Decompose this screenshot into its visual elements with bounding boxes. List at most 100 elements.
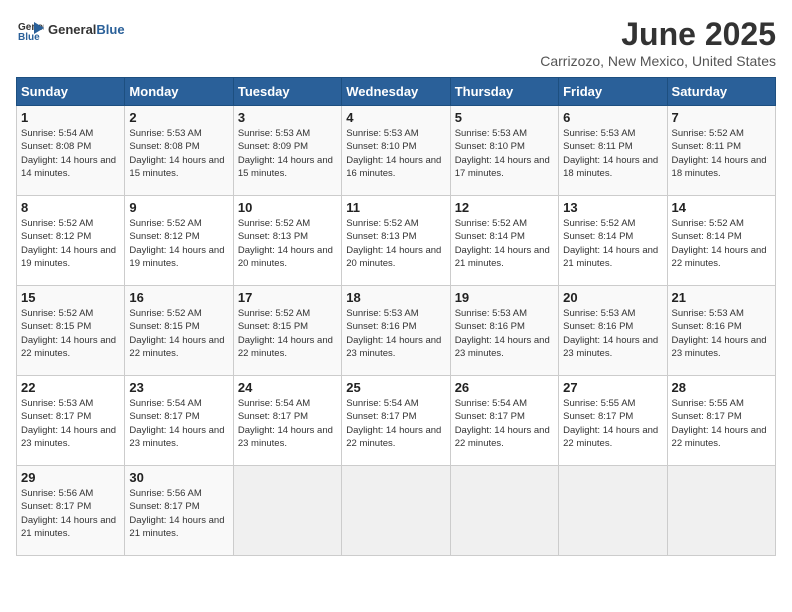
daylight: Daylight: 14 hours and 21 minutes. (455, 245, 550, 269)
day-number: 26 (455, 380, 554, 395)
sunset: Sunset: 8:17 PM (238, 411, 308, 422)
sunrise: Sunrise: 5:52 AM (563, 218, 635, 229)
weekday-header-tuesday: Tuesday (233, 78, 341, 106)
day-number: 21 (672, 290, 771, 305)
day-number: 12 (455, 200, 554, 215)
sunset: Sunset: 8:15 PM (21, 321, 91, 332)
sunrise: Sunrise: 5:53 AM (563, 128, 635, 139)
day-info: Sunrise: 5:52 AM Sunset: 8:14 PM Dayligh… (563, 217, 662, 270)
calendar-subtitle: Carrizozo, New Mexico, United States (540, 53, 776, 69)
weekday-header-thursday: Thursday (450, 78, 558, 106)
sunrise: Sunrise: 5:52 AM (238, 218, 310, 229)
sunset: Sunset: 8:10 PM (346, 141, 416, 152)
daylight: Daylight: 14 hours and 22 minutes. (455, 425, 550, 449)
sunrise: Sunrise: 5:54 AM (129, 398, 201, 409)
day-number: 5 (455, 110, 554, 125)
sunrise: Sunrise: 5:54 AM (238, 398, 310, 409)
sunrise: Sunrise: 5:52 AM (21, 308, 93, 319)
day-info: Sunrise: 5:52 AM Sunset: 8:12 PM Dayligh… (21, 217, 120, 270)
day-info: Sunrise: 5:55 AM Sunset: 8:17 PM Dayligh… (563, 397, 662, 450)
day-info: Sunrise: 5:53 AM Sunset: 8:11 PM Dayligh… (563, 127, 662, 180)
sunrise: Sunrise: 5:54 AM (455, 398, 527, 409)
daylight: Daylight: 14 hours and 23 minutes. (346, 335, 441, 359)
sunrise: Sunrise: 5:55 AM (563, 398, 635, 409)
day-number: 14 (672, 200, 771, 215)
sunset: Sunset: 8:17 PM (21, 411, 91, 422)
daylight: Daylight: 14 hours and 14 minutes. (21, 155, 116, 179)
sunset: Sunset: 8:15 PM (238, 321, 308, 332)
sunset: Sunset: 8:17 PM (563, 411, 633, 422)
calendar-day-cell: 13 Sunrise: 5:52 AM Sunset: 8:14 PM Dayl… (559, 196, 667, 286)
day-info: Sunrise: 5:54 AM Sunset: 8:17 PM Dayligh… (455, 397, 554, 450)
weekday-header-wednesday: Wednesday (342, 78, 450, 106)
sunset: Sunset: 8:08 PM (21, 141, 91, 152)
sunset: Sunset: 8:12 PM (21, 231, 91, 242)
sunrise: Sunrise: 5:52 AM (21, 218, 93, 229)
sunrise: Sunrise: 5:53 AM (346, 308, 418, 319)
daylight: Daylight: 14 hours and 22 minutes. (672, 425, 767, 449)
day-info: Sunrise: 5:52 AM Sunset: 8:11 PM Dayligh… (672, 127, 771, 180)
logo-icon: General Blue (16, 16, 44, 44)
calendar-day-cell: 25 Sunrise: 5:54 AM Sunset: 8:17 PM Dayl… (342, 376, 450, 466)
day-info: Sunrise: 5:54 AM Sunset: 8:08 PM Dayligh… (21, 127, 120, 180)
daylight: Daylight: 14 hours and 23 minutes. (238, 425, 333, 449)
day-number: 24 (238, 380, 337, 395)
daylight: Daylight: 14 hours and 23 minutes. (129, 425, 224, 449)
calendar-day-cell: 7 Sunrise: 5:52 AM Sunset: 8:11 PM Dayli… (667, 106, 775, 196)
title-area: June 2025 Carrizozo, New Mexico, United … (540, 16, 776, 69)
day-number: 6 (563, 110, 662, 125)
day-number: 2 (129, 110, 228, 125)
daylight: Daylight: 14 hours and 23 minutes. (672, 335, 767, 359)
day-info: Sunrise: 5:52 AM Sunset: 8:12 PM Dayligh… (129, 217, 228, 270)
weekday-header-saturday: Saturday (667, 78, 775, 106)
sunset: Sunset: 8:17 PM (346, 411, 416, 422)
calendar-day-cell: 21 Sunrise: 5:53 AM Sunset: 8:16 PM Dayl… (667, 286, 775, 376)
day-info: Sunrise: 5:53 AM Sunset: 8:16 PM Dayligh… (346, 307, 445, 360)
calendar-title: June 2025 (540, 16, 776, 53)
calendar-day-cell: 27 Sunrise: 5:55 AM Sunset: 8:17 PM Dayl… (559, 376, 667, 466)
daylight: Daylight: 14 hours and 22 minutes. (129, 335, 224, 359)
day-info: Sunrise: 5:53 AM Sunset: 8:10 PM Dayligh… (455, 127, 554, 180)
sunrise: Sunrise: 5:53 AM (672, 308, 744, 319)
sunrise: Sunrise: 5:52 AM (672, 128, 744, 139)
day-number: 18 (346, 290, 445, 305)
day-number: 25 (346, 380, 445, 395)
day-number: 3 (238, 110, 337, 125)
weekday-header-monday: Monday (125, 78, 233, 106)
calendar-day-cell: 6 Sunrise: 5:53 AM Sunset: 8:11 PM Dayli… (559, 106, 667, 196)
sunrise: Sunrise: 5:54 AM (346, 398, 418, 409)
day-info: Sunrise: 5:54 AM Sunset: 8:17 PM Dayligh… (129, 397, 228, 450)
sunrise: Sunrise: 5:53 AM (21, 398, 93, 409)
calendar-day-cell: 4 Sunrise: 5:53 AM Sunset: 8:10 PM Dayli… (342, 106, 450, 196)
weekday-header-sunday: Sunday (17, 78, 125, 106)
daylight: Daylight: 14 hours and 15 minutes. (238, 155, 333, 179)
calendar-day-cell: 1 Sunrise: 5:54 AM Sunset: 8:08 PM Dayli… (17, 106, 125, 196)
day-number: 11 (346, 200, 445, 215)
daylight: Daylight: 14 hours and 23 minutes. (455, 335, 550, 359)
sunrise: Sunrise: 5:53 AM (238, 128, 310, 139)
calendar-week-row: 29 Sunrise: 5:56 AM Sunset: 8:17 PM Dayl… (17, 466, 776, 556)
calendar-day-cell: 16 Sunrise: 5:52 AM Sunset: 8:15 PM Dayl… (125, 286, 233, 376)
day-info: Sunrise: 5:52 AM Sunset: 8:15 PM Dayligh… (238, 307, 337, 360)
calendar-day-cell: 8 Sunrise: 5:52 AM Sunset: 8:12 PM Dayli… (17, 196, 125, 286)
day-number: 1 (21, 110, 120, 125)
calendar-day-cell: 20 Sunrise: 5:53 AM Sunset: 8:16 PM Dayl… (559, 286, 667, 376)
sunrise: Sunrise: 5:52 AM (129, 308, 201, 319)
day-number: 10 (238, 200, 337, 215)
weekday-header-friday: Friday (559, 78, 667, 106)
sunrise: Sunrise: 5:54 AM (21, 128, 93, 139)
sunset: Sunset: 8:13 PM (346, 231, 416, 242)
sunrise: Sunrise: 5:56 AM (129, 488, 201, 499)
daylight: Daylight: 14 hours and 15 minutes. (129, 155, 224, 179)
sunset: Sunset: 8:16 PM (455, 321, 525, 332)
logo: General Blue GeneralBlue (16, 16, 125, 44)
sunset: Sunset: 8:14 PM (455, 231, 525, 242)
sunset: Sunset: 8:16 PM (672, 321, 742, 332)
daylight: Daylight: 14 hours and 22 minutes. (563, 425, 658, 449)
calendar-day-cell: 12 Sunrise: 5:52 AM Sunset: 8:14 PM Dayl… (450, 196, 558, 286)
day-info: Sunrise: 5:55 AM Sunset: 8:17 PM Dayligh… (672, 397, 771, 450)
sunset: Sunset: 8:17 PM (455, 411, 525, 422)
day-info: Sunrise: 5:52 AM Sunset: 8:15 PM Dayligh… (129, 307, 228, 360)
svg-text:Blue: Blue (18, 32, 40, 43)
calendar-day-cell: 24 Sunrise: 5:54 AM Sunset: 8:17 PM Dayl… (233, 376, 341, 466)
